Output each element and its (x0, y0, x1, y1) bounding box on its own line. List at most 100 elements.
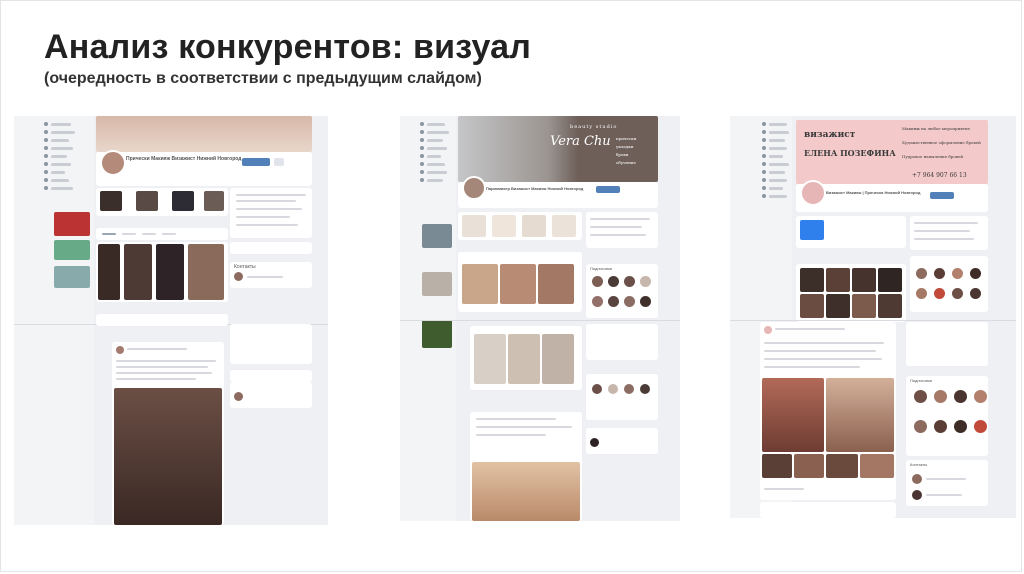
follower-avatar[interactable] (934, 288, 945, 299)
slide-title: Анализ конкурентов: визуал (44, 28, 532, 66)
service-photo[interactable] (508, 334, 540, 384)
follower-avatar[interactable] (608, 384, 618, 394)
nav-item (427, 155, 441, 158)
nav-icon (762, 194, 766, 198)
post-photo[interactable] (762, 378, 824, 452)
post-composer[interactable] (96, 314, 228, 326)
nav-item (51, 163, 71, 166)
service-item[interactable] (492, 215, 516, 237)
followers-card-2 (906, 376, 988, 456)
subscribe-button[interactable] (242, 158, 270, 166)
photo[interactable] (538, 264, 574, 304)
follower-avatar[interactable] (640, 276, 651, 287)
contact-avatar (912, 490, 922, 500)
nav-icon (762, 138, 766, 142)
subscribe-button[interactable] (930, 192, 954, 199)
follower-avatar[interactable] (914, 390, 927, 403)
subscribers-card (230, 242, 312, 254)
post-actions[interactable] (764, 488, 804, 490)
follower-avatar[interactable] (954, 420, 967, 433)
tab[interactable] (122, 233, 136, 235)
follower-avatar[interactable] (954, 390, 967, 403)
post-text (116, 366, 208, 368)
follower-avatar[interactable] (916, 288, 927, 299)
post-photo[interactable] (794, 454, 824, 478)
photo[interactable] (462, 264, 498, 304)
follower-avatar[interactable] (624, 296, 635, 307)
follower-avatar[interactable] (952, 268, 963, 279)
post-photo[interactable] (762, 454, 792, 478)
post-text (476, 434, 546, 436)
nav-item (427, 163, 445, 166)
clip-thumbnail[interactable] (98, 244, 120, 300)
photo[interactable] (852, 268, 876, 292)
nav-icon (762, 122, 766, 126)
divider (400, 320, 680, 321)
follower-avatar[interactable] (970, 288, 981, 299)
contact-avatar (912, 474, 922, 484)
follower-avatar[interactable] (934, 390, 947, 403)
follower-avatar[interactable] (640, 384, 650, 394)
follower-avatar[interactable] (624, 384, 634, 394)
follower-avatar[interactable] (974, 390, 987, 403)
vk-sidebar (400, 116, 456, 521)
tab[interactable] (142, 233, 156, 235)
follower-avatar[interactable] (608, 276, 619, 287)
follower-avatar[interactable] (914, 420, 927, 433)
photo[interactable] (800, 268, 824, 292)
follower-avatar[interactable] (970, 268, 981, 279)
post-photo[interactable] (826, 378, 894, 452)
follower-avatar[interactable] (592, 296, 603, 307)
tab[interactable] (102, 233, 116, 235)
service-photo[interactable] (542, 334, 574, 384)
nav-icon (420, 146, 424, 150)
photo[interactable] (100, 191, 122, 211)
clip-thumbnail[interactable] (156, 244, 184, 300)
follower-avatar[interactable] (934, 420, 947, 433)
service-item[interactable] (462, 215, 486, 237)
follower-avatar[interactable] (974, 420, 987, 433)
tab[interactable] (162, 233, 176, 235)
message-button[interactable] (274, 158, 284, 166)
post-photo[interactable] (472, 462, 580, 521)
photo[interactable] (826, 294, 850, 318)
post-text (116, 372, 212, 374)
photo[interactable] (136, 191, 158, 211)
service-item[interactable] (552, 215, 576, 237)
follower-avatar[interactable] (916, 268, 927, 279)
cover-tagline: beauty studio (570, 124, 618, 130)
photo[interactable] (878, 294, 902, 318)
sidebar-ad-image (54, 240, 90, 260)
follower-avatar[interactable] (592, 276, 603, 287)
photo[interactable] (500, 264, 536, 304)
follower-avatar[interactable] (640, 296, 651, 307)
service-photo[interactable] (474, 334, 506, 384)
post-photo[interactable] (826, 454, 858, 478)
cover-service: Пудровое напыление бровей (902, 154, 964, 159)
follower-avatar[interactable] (608, 296, 619, 307)
follower-avatar[interactable] (624, 276, 635, 287)
subscribe-button[interactable] (596, 186, 620, 193)
sidebar-ad-image (54, 212, 90, 236)
message-widget-icon[interactable] (800, 220, 824, 240)
photo[interactable] (852, 294, 876, 318)
photo[interactable] (172, 191, 194, 211)
post-photo[interactable] (114, 388, 222, 525)
photo[interactable] (204, 191, 224, 211)
clip-thumbnail[interactable] (124, 244, 152, 300)
info-line (236, 224, 298, 226)
photo[interactable] (878, 268, 902, 292)
nav-icon (762, 186, 766, 190)
vk-sidebar (14, 116, 94, 525)
photo[interactable] (826, 268, 850, 292)
clip-thumbnail[interactable] (188, 244, 224, 300)
nav-item (51, 139, 69, 142)
follower-avatar[interactable] (952, 288, 963, 299)
comment-card (760, 502, 896, 518)
follower-avatar[interactable] (592, 384, 602, 394)
service-item[interactable] (522, 215, 546, 237)
post-photo[interactable] (860, 454, 894, 478)
photo[interactable] (800, 294, 824, 318)
follower-avatar[interactable] (934, 268, 945, 279)
sidebar-ad-image (422, 224, 452, 248)
